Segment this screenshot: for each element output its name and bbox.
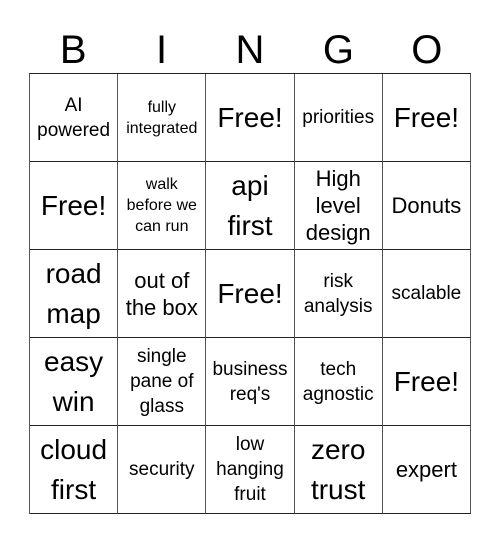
bingo-cell-label: zero trust bbox=[310, 433, 366, 505]
bingo-cell-label: business req's bbox=[212, 358, 288, 405]
bingo-cell-o2[interactable]: Donuts bbox=[382, 162, 471, 250]
bingo-cell-label: road map bbox=[45, 257, 102, 329]
bingo-cell-g4[interactable]: tech agnostic bbox=[294, 338, 383, 426]
bingo-cell-g2[interactable]: High level design bbox=[294, 162, 383, 250]
bingo-cell-b5[interactable]: cloud first bbox=[30, 426, 119, 514]
bingo-cell-label: fully integrated bbox=[126, 98, 198, 137]
bingo-cell-g3[interactable]: risk analysis bbox=[294, 250, 383, 338]
header-letter-g: G bbox=[322, 28, 354, 72]
bingo-cell-label: security bbox=[129, 459, 195, 480]
bingo-cell-label: Free! bbox=[217, 101, 283, 133]
header-letter-o: O bbox=[411, 28, 443, 72]
bingo-cell-label: api first bbox=[227, 169, 273, 241]
bingo-cell-n2[interactable]: api first bbox=[206, 162, 295, 250]
bingo-cell-label: High level design bbox=[305, 166, 371, 245]
bingo-cell-o4[interactable]: Free! bbox=[382, 338, 471, 426]
bingo-cell-label: risk analysis bbox=[303, 270, 373, 317]
bingo-cell-label: Free! bbox=[393, 365, 460, 397]
bingo-cell-label: scalable bbox=[391, 283, 462, 304]
bingo-cell-label: Free! bbox=[393, 101, 460, 133]
bingo-cell-n5[interactable]: low hanging fruit bbox=[206, 426, 295, 514]
bingo-cell-label: walk before we can run bbox=[126, 176, 197, 235]
bingo-cell-i1[interactable]: fully integrated bbox=[118, 74, 207, 162]
bingo-cell-n1[interactable]: Free! bbox=[206, 74, 295, 162]
bingo-card: B I N G O AI powered fully integrated Free… bbox=[0, 0, 500, 544]
bingo-cell-i5[interactable]: security bbox=[118, 426, 207, 514]
bingo-cell-label: cloud first bbox=[40, 433, 108, 505]
bingo-grid: AI powered fully integrated Free! prioritie… bbox=[29, 73, 471, 514]
header-letter-n: N bbox=[235, 28, 265, 72]
bingo-cell-label: priorities bbox=[302, 107, 375, 128]
bingo-cell-o3[interactable]: scalable bbox=[382, 250, 471, 338]
bingo-cell-b3[interactable]: road map bbox=[30, 250, 119, 338]
bingo-cell-i3[interactable]: out of the box bbox=[118, 250, 207, 338]
bingo-cell-o5[interactable]: expert bbox=[382, 426, 471, 514]
bingo-cell-label: low hanging fruit bbox=[216, 434, 284, 505]
bingo-cell-n3[interactable]: Free! bbox=[206, 250, 295, 338]
bingo-cell-b1[interactable]: AI powered bbox=[30, 74, 119, 162]
bingo-cell-n4[interactable]: business req's bbox=[206, 338, 295, 426]
bingo-cell-g1[interactable]: priorities bbox=[294, 74, 383, 162]
bingo-cell-label: tech agnostic bbox=[302, 358, 374, 405]
bingo-cell-g5[interactable]: zero trust bbox=[294, 426, 383, 514]
bingo-cell-label: easy win bbox=[44, 345, 104, 417]
bingo-cell-label: AI powered bbox=[37, 94, 111, 141]
bingo-cell-label: Free! bbox=[217, 277, 283, 309]
bingo-cell-i2[interactable]: walk before we can run bbox=[118, 162, 207, 250]
bingo-cell-label: expert bbox=[395, 457, 457, 482]
bingo-cell-label: out of the box bbox=[125, 267, 198, 320]
header-letter-i: I bbox=[156, 28, 168, 72]
bingo-cell-b2[interactable]: Free! bbox=[30, 162, 119, 250]
header-letter-b: B bbox=[59, 28, 87, 72]
bingo-cell-b4[interactable]: easy win bbox=[30, 338, 119, 426]
bingo-cell-label: single pane of glass bbox=[130, 346, 194, 417]
bingo-cell-i4[interactable]: single pane of glass bbox=[118, 338, 207, 426]
bingo-cell-label: Donuts bbox=[391, 193, 462, 218]
bingo-cell-o1[interactable]: Free! bbox=[382, 74, 471, 162]
bingo-cell-label: Free! bbox=[40, 189, 107, 221]
bingo-header: B I N G O bbox=[29, 28, 471, 72]
